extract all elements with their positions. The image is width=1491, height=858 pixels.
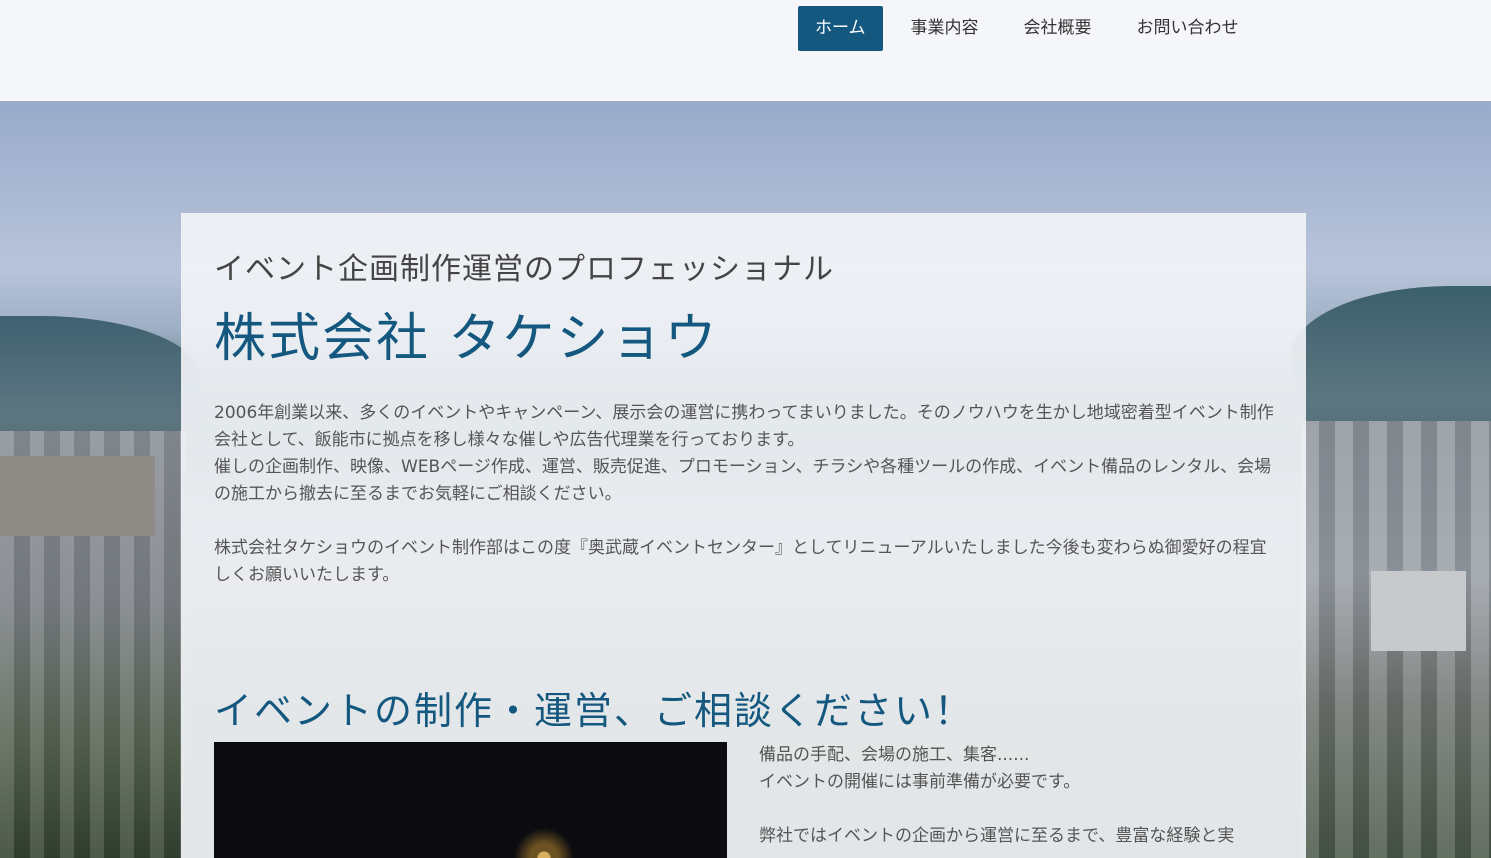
hero-subtitle: イベント企画制作運営のプロフェッショナル (214, 252, 834, 287)
hill-right (1291, 286, 1491, 436)
top-bar: ホーム 事業内容 会社概要 お問い合わせ (0, 0, 1491, 101)
section-line: 弊社ではイベントの企画から運営に至るまで、豊富な経験と実 (759, 826, 1235, 846)
section-text: 備品の手配、会場の施工、集客...... イベントの開催には事前準備が必要です。… (759, 742, 1274, 850)
event-photo (214, 742, 727, 858)
nav-item-services[interactable]: 事業内容 (894, 6, 996, 51)
section-line: 備品の手配、会場の施工、集客...... (759, 745, 1030, 765)
nav-item-company[interactable]: 会社概要 (1007, 6, 1109, 51)
section-line (759, 796, 1274, 823)
intro-paragraph: 株式会社タケショウのイベント制作部はこの度『奥武蔵イベントセンター』としてリニュ… (214, 538, 1267, 585)
building-left (0, 456, 155, 536)
intro-paragraph: 2006年創業以来、多くのイベントやキャンペーン、展示会の運営に携わってまいりま… (214, 403, 1274, 504)
main-nav: ホーム 事業内容 会社概要 お問い合わせ (798, 6, 1267, 51)
section-heading: イベントの制作・運営、ご相談ください！ (214, 689, 975, 733)
section-line: イベントの開催には事前準備が必要です。 (759, 772, 1081, 792)
nav-item-home[interactable]: ホーム (798, 6, 883, 51)
nav-item-contact[interactable]: お問い合わせ (1120, 6, 1256, 51)
company-title: 株式会社 タケショウ (214, 309, 719, 369)
intro-text: 2006年創業以来、多くのイベントやキャンペーン、展示会の運営に携わってまいりま… (214, 400, 1274, 589)
building-right (1371, 571, 1466, 651)
